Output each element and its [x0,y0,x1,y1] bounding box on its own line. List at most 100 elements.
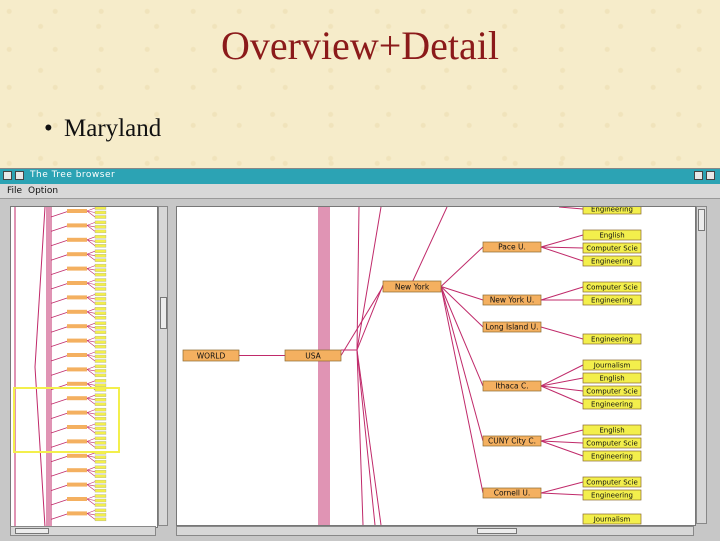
overview-node [67,468,87,473]
node-dept-4-0-label: English [599,427,624,435]
overview-leaf [94,402,107,406]
overview-leaf [94,465,107,469]
overview-leaf [94,470,107,474]
overview-node [67,281,87,285]
tree-edge [340,286,384,356]
node-dept-0-1[interactable]: Computer Scie [582,242,642,254]
overview-edge [86,394,96,399]
node-dept-4-2[interactable]: Engineering [582,450,642,462]
overview-edge [50,325,70,333]
overview-leaf [94,416,107,421]
node-university-3[interactable]: Ithaca C. [482,380,542,392]
overview-edge [86,466,96,471]
detail-pane[interactable]: WORLD USA New York Engineering Journalism Pac… [176,203,696,526]
bullet-dot: • [44,115,53,142]
overview-edge [86,423,96,428]
node-university-4[interactable]: CUNY City C. [482,435,542,447]
overview-node [67,266,87,271]
window-maximize-button[interactable] [706,171,715,180]
node-dept-2-0[interactable]: Engineering [582,333,642,345]
overview-leaf [94,431,107,435]
overview-scrollbar[interactable] [158,206,168,526]
detail-scrollbar[interactable] [696,206,707,524]
detail-scroll-thumb[interactable] [698,209,705,231]
node-usa[interactable]: USA [284,349,342,362]
node-dept-partial-bottom-label: Journalism [593,516,631,524]
overview-hscrollbar[interactable] [10,526,156,536]
overview-edge [50,253,70,261]
overview-edge [86,452,96,457]
node-world-label: WORLD [197,352,226,361]
menu-file[interactable]: File [7,186,22,196]
overview-scroll-thumb[interactable] [160,297,167,329]
overview-leaf [94,263,107,268]
node-dept-3-3[interactable]: Engineering [582,398,642,410]
overview-edge [86,250,96,255]
overview-leaf [94,340,107,344]
node-university-2-label: Long Island U. [485,323,538,332]
overview-leaf [94,335,107,340]
detail-hscrollbar[interactable] [176,526,694,536]
overview-edge [50,354,70,362]
overview-leaf [94,479,107,484]
menu-bar: File Option [0,184,720,199]
window-close-icon[interactable] [15,171,24,180]
node-dept-1-1[interactable]: Engineering [582,294,642,306]
overview-node [67,511,87,516]
node-dept-5-1[interactable]: Engineering [582,489,642,501]
overview-node [67,482,87,487]
node-dept-4-1-label: Computer Scie [586,440,638,448]
node-dept-3-0[interactable]: Journalism [582,359,642,371]
node-dept-partial-top[interactable]: Engineering [582,203,642,215]
detail-hscroll-thumb[interactable] [477,528,517,534]
tree-edge [440,246,484,287]
node-dept-4-0[interactable]: English [582,424,642,436]
node-dept-1-0[interactable]: Computer Scie [582,281,642,293]
node-dept-0-0[interactable]: English [582,229,642,241]
overview-edge [50,225,70,232]
overview-edge [50,412,70,419]
menu-option[interactable]: Option [28,186,58,196]
node-new-york[interactable]: New York [382,280,442,293]
node-usa-label: USA [305,352,321,361]
node-dept-3-1[interactable]: English [582,372,642,384]
node-dept-5-0[interactable]: Computer Scie [582,476,642,488]
overview-leaf [94,436,107,441]
tree-edge [540,364,584,387]
overview-leaf [94,316,107,320]
overview-leaf [94,258,107,262]
node-dept-4-1[interactable]: Computer Scie [582,437,642,449]
overview-pane[interactable] [10,206,158,528]
overview-hscroll-thumb[interactable] [15,528,49,534]
overview-edge [50,498,70,506]
tree-edge [540,286,584,301]
overview-edge [50,397,70,405]
overview-leaf [94,422,107,426]
node-dept-3-3-label: Engineering [591,401,633,409]
overview-edge [50,239,70,247]
overview-node [67,223,87,228]
overview-leaf [94,229,107,234]
overview-edge [50,311,70,319]
overview-node [67,295,87,300]
tree-edge [440,286,484,387]
node-world[interactable]: WORLD [182,349,240,362]
overview-leaf [94,503,107,507]
node-university-0[interactable]: Pace U. [482,241,542,253]
node-university-1[interactable]: New York U. [482,294,542,306]
node-university-2[interactable]: Long Island U. [482,321,542,333]
overview-leaf [94,412,107,416]
window-menu-button[interactable] [3,171,12,180]
window-minimize-button[interactable] [694,171,703,180]
node-university-1-label: New York U. [490,296,535,305]
node-dept-partial-top-label: Engineering [591,207,633,214]
node-university-5[interactable]: Cornell U. [482,487,542,499]
node-dept-3-2[interactable]: Computer Scie [582,385,642,397]
node-dept-partial-bottom[interactable]: Journalism [582,513,642,525]
overview-edge [86,481,96,485]
overview-leaf [94,517,107,522]
node-dept-0-2[interactable]: Engineering [582,255,642,267]
overview-edge [86,510,96,514]
tree-edge [540,234,584,248]
overview-edge [86,207,96,212]
